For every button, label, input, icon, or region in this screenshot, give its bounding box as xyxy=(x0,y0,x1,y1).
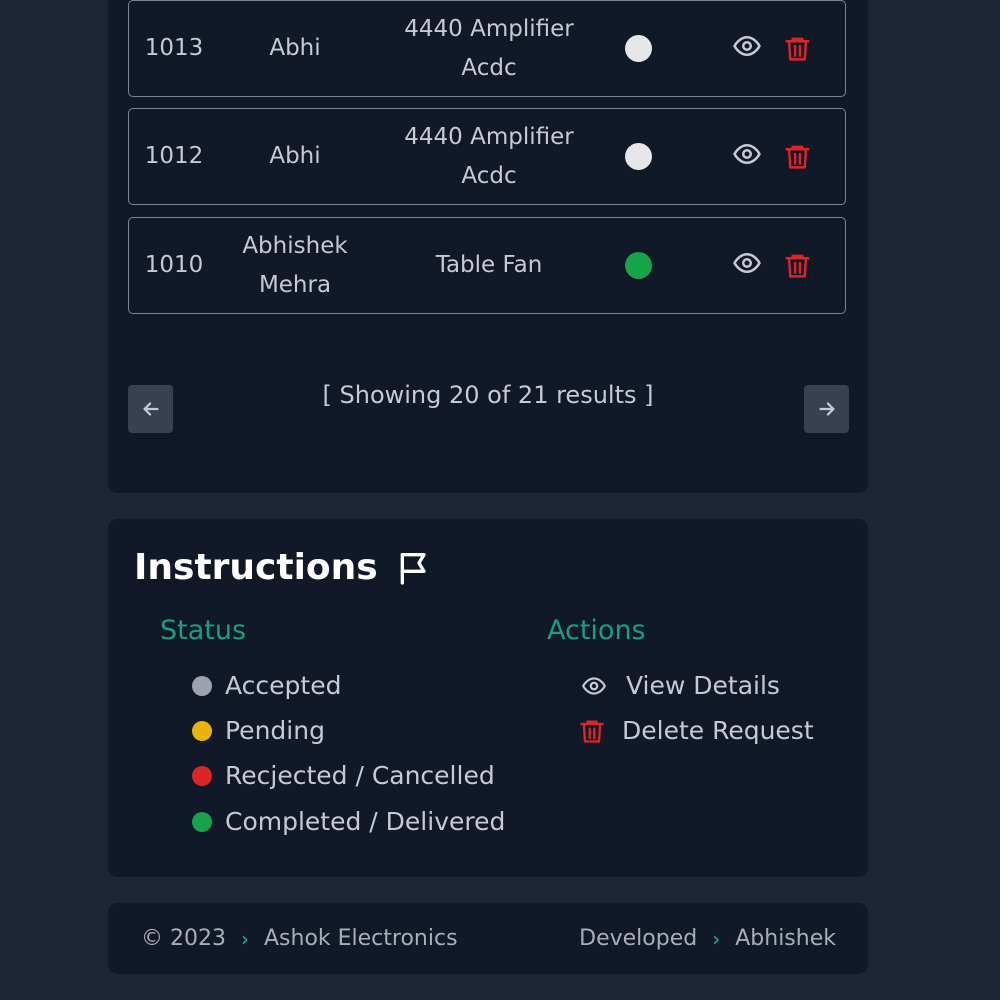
trash-icon xyxy=(784,37,810,61)
product-name: Table Fan xyxy=(435,252,543,278)
footer-left: © 2023 › Ashok Electronics xyxy=(141,903,458,974)
eye-icon xyxy=(733,252,761,273)
status-dot xyxy=(192,811,212,832)
copyright-text: © 2023 xyxy=(141,926,226,951)
product-name: 4440 Amplifier Acdc xyxy=(404,123,574,189)
chevron-right-icon: › xyxy=(712,926,721,951)
legend-label: Pending xyxy=(225,716,325,745)
delete-button[interactable] xyxy=(779,1,815,96)
trash-icon xyxy=(784,254,810,278)
trash-icon xyxy=(784,145,810,169)
instructions-heading: Instructions xyxy=(134,547,434,588)
legend-label: View Details xyxy=(626,671,780,700)
actions-heading: Actions xyxy=(547,615,646,646)
legend-label: Completed / Delivered xyxy=(225,807,506,836)
footer: © 2023 › Ashok Electronics Developed › A… xyxy=(108,903,868,974)
request-id: 1013 xyxy=(144,35,204,61)
view-button[interactable] xyxy=(727,1,767,96)
table-row: 1013 Abhi 4440 Amplifier Acdc xyxy=(128,0,846,97)
instructions-panel: Instructions Status Actions Accepted Pen… xyxy=(108,519,868,877)
status-dot xyxy=(624,35,652,62)
product-name: 4440 Amplifier Acdc xyxy=(404,15,574,81)
customer-name: Abhi xyxy=(269,35,321,61)
request-id: 1010 xyxy=(144,252,204,278)
legend-label: Accepted xyxy=(225,671,342,700)
status-dot xyxy=(192,675,212,696)
eye-icon xyxy=(582,676,606,695)
status-dot xyxy=(192,765,212,786)
company-link[interactable]: Ashok Electronics xyxy=(264,926,458,951)
legend-completed: Completed / Delivered xyxy=(192,807,505,836)
pagination-status: [ Showing 20 of 21 results ] xyxy=(322,381,654,409)
status-heading: Status xyxy=(160,615,247,646)
legend-label: Delete Request xyxy=(622,716,814,745)
legend-label: Recjected / Cancelled xyxy=(225,761,495,790)
arrow-right-icon xyxy=(818,402,835,416)
delete-button[interactable] xyxy=(779,109,815,204)
eye-icon xyxy=(733,35,761,56)
instructions-title: Instructions xyxy=(134,547,378,588)
developer-link[interactable]: Abhishek xyxy=(735,926,836,951)
customer-name: Abhi xyxy=(269,143,321,169)
footer-right: Developed › Abhishek xyxy=(579,903,836,974)
legend-accepted: Accepted xyxy=(192,671,341,700)
table-row: 1012 Abhi 4440 Amplifier Acdc xyxy=(128,108,846,205)
next-page-button[interactable] xyxy=(804,385,849,433)
customer-name: Abhishek Mehra xyxy=(242,232,348,298)
status-dot xyxy=(624,252,652,279)
eye-icon xyxy=(733,143,761,164)
trash-icon xyxy=(580,720,604,743)
legend-rejected: Recjected / Cancelled xyxy=(192,761,495,790)
requests-panel: 1013 Abhi 4440 Amplifier Acdc 1012 Abhi … xyxy=(108,0,868,493)
developed-label: Developed xyxy=(579,926,698,951)
legend-delete-request: Delete Request xyxy=(578,716,814,745)
view-button[interactable] xyxy=(727,218,767,313)
status-dot xyxy=(192,720,212,741)
table-row: 1010 Abhishek Mehra Table Fan xyxy=(128,217,846,314)
request-id: 1012 xyxy=(144,143,204,169)
legend-view-details: View Details xyxy=(578,671,780,700)
status-dot xyxy=(624,143,652,170)
legend-pending: Pending xyxy=(192,716,325,745)
view-button[interactable] xyxy=(727,109,767,204)
delete-button[interactable] xyxy=(779,218,815,313)
flag-icon xyxy=(400,552,426,585)
chevron-right-icon: › xyxy=(240,926,249,951)
